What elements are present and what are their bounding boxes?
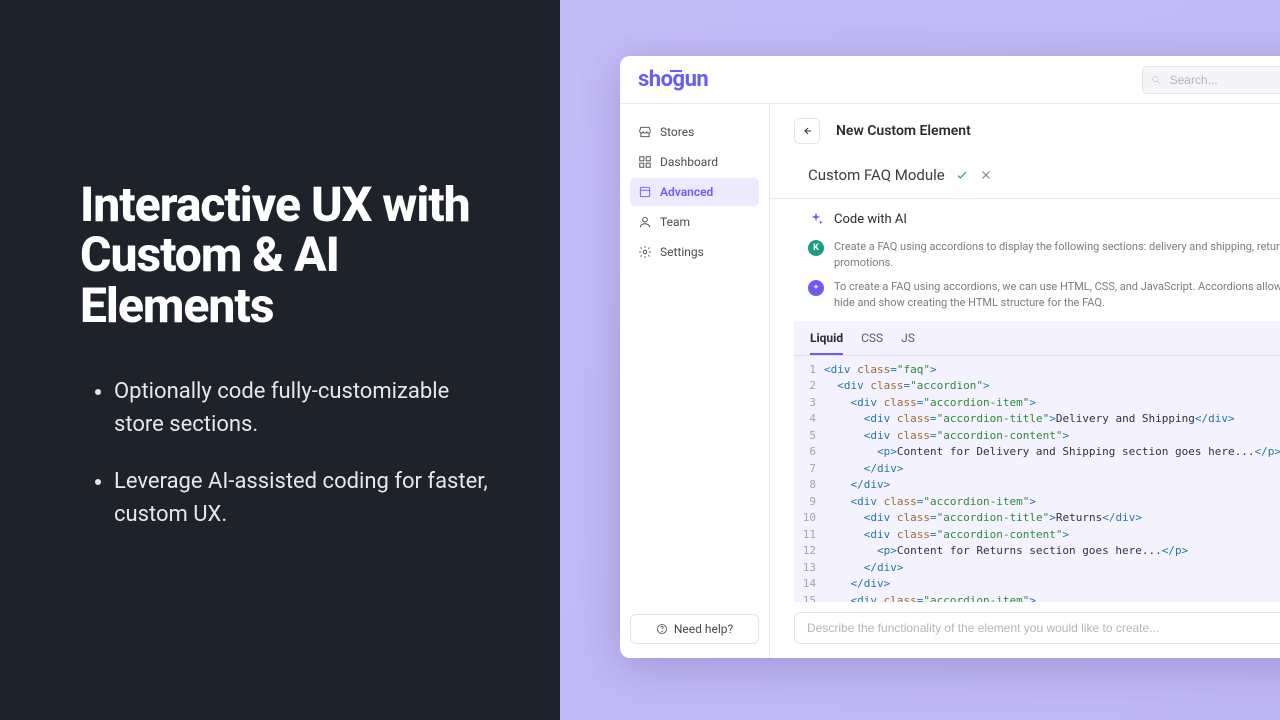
main-content: New Custom Element Custom FAQ Module Cod…: [770, 104, 1280, 658]
code-content: <div class="faq"> <div class="accordion"…: [824, 362, 1280, 602]
page-title: New Custom Element: [836, 123, 971, 139]
sidebar-item-team[interactable]: Team: [630, 208, 759, 236]
code-with-ai-header: Code with AI: [770, 199, 1280, 239]
advanced-icon: [638, 185, 652, 199]
headline: Interactive UX with Custom & AI Elements: [80, 180, 500, 331]
settings-icon: [638, 245, 652, 259]
brand-logo: shogun: [638, 67, 708, 92]
tab-css[interactable]: CSS: [861, 331, 883, 355]
sidebar-item-dashboard[interactable]: Dashboard: [630, 148, 759, 176]
back-button[interactable]: [794, 118, 820, 144]
sparkle-icon: [811, 283, 821, 293]
ai-chat: K Create a FAQ using accordions to displ…: [770, 239, 1280, 321]
element-name: Custom FAQ Module: [808, 166, 945, 184]
ai-avatar: [808, 280, 824, 296]
ai-prompt-input[interactable]: [794, 612, 1280, 644]
code-editor[interactable]: 12345678910111213141516171819 <div class…: [794, 356, 1280, 602]
app-window: shogun Stores Dashboard Adva: [620, 56, 1280, 658]
chat-ai-row: To create a FAQ using accordions, we can…: [808, 279, 1280, 311]
user-message: Create a FAQ using accordions to display…: [834, 239, 1280, 271]
team-icon: [638, 215, 652, 229]
line-gutter: 12345678910111213141516171819: [794, 362, 824, 602]
element-name-row: Custom FAQ Module: [770, 158, 1280, 199]
chat-user-row: K Create a FAQ using accordions to displ…: [808, 239, 1280, 271]
ai-message: To create a FAQ using accordions, we can…: [834, 279, 1280, 311]
bullet-list: Optionally code fully-customizable store…: [80, 375, 500, 531]
store-icon: [638, 125, 652, 139]
sidebar-item-advanced[interactable]: Advanced: [630, 178, 759, 206]
sidebar-item-settings[interactable]: Settings: [630, 238, 759, 266]
sidebar: Stores Dashboard Advanced Team Settings: [620, 104, 770, 658]
dashboard-icon: [638, 155, 652, 169]
search-input[interactable]: [1142, 66, 1280, 94]
code-editor-area: Liquid CSS JS 12345678910111213141516171…: [794, 321, 1280, 602]
marketing-panel: Interactive UX with Custom & AI Elements…: [0, 0, 560, 720]
arrow-left-icon: [801, 125, 813, 137]
sparkle-icon: [808, 211, 824, 227]
tab-liquid[interactable]: Liquid: [810, 331, 843, 355]
sidebar-item-stores[interactable]: Stores: [630, 118, 759, 146]
help-icon: [656, 623, 668, 635]
confirm-icon[interactable]: [955, 168, 969, 182]
tab-js[interactable]: JS: [901, 331, 915, 355]
need-help-button[interactable]: Need help?: [630, 614, 759, 644]
bullet-item: Leverage AI-assisted coding for faster, …: [114, 465, 500, 531]
bullet-item: Optionally code fully-customizable store…: [114, 375, 500, 441]
page-header: New Custom Element: [770, 104, 1280, 158]
app-preview-backdrop: shogun Stores Dashboard Adva: [560, 0, 1280, 720]
topbar: shogun: [620, 56, 1280, 104]
cancel-icon[interactable]: [979, 168, 993, 182]
user-avatar: K: [808, 240, 824, 256]
search-icon: [1151, 74, 1162, 86]
code-tabs: Liquid CSS JS: [794, 321, 1280, 356]
